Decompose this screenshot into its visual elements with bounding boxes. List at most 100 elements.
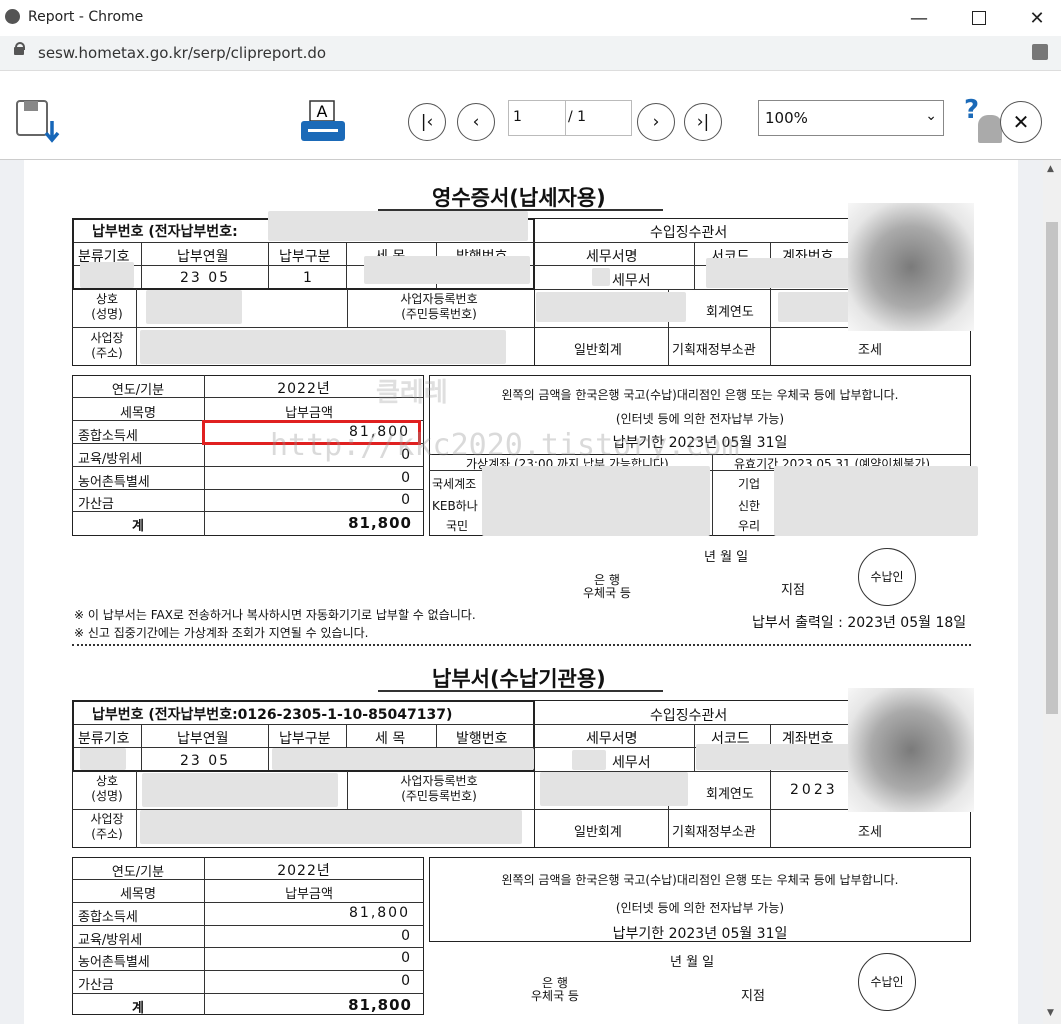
zoom-select[interactable]: 100% ⌄ <box>758 100 944 136</box>
row-amount-3: 0 <box>401 492 410 508</box>
next-page-button[interactable]: › <box>637 103 675 141</box>
redacted-office-code <box>706 258 856 288</box>
redacted-payslip-items <box>272 748 534 770</box>
payslip-date-label: 년 월 일 <box>670 955 715 970</box>
branch-label: 지점 <box>781 583 805 598</box>
close-window-button[interactable]: ✕ <box>1014 0 1060 36</box>
redacted-payslip-office <box>572 750 606 770</box>
payslip-title-underline <box>378 690 663 692</box>
payslip-address-label: 사업장 (주소) <box>90 812 124 841</box>
payslip-general-account: 일반회계 <box>574 825 622 840</box>
scroll-down-arrow[interactable]: ▼ <box>1047 1008 1054 1018</box>
bank-right-0: 기업 <box>738 477 761 491</box>
payslip-header-issue-no: 발행번호 <box>456 731 508 747</box>
payslip-row-amount-0: 81,800 <box>349 905 410 921</box>
watermark-text-1: 클레레 <box>376 378 448 408</box>
window-titlebar: Report - Chrome — ✕ <box>0 0 1061 36</box>
minimize-button[interactable]: — <box>896 0 942 36</box>
lock-shackle-icon <box>15 42 25 50</box>
period-value: 23 05 <box>180 270 231 286</box>
redacted-payment-number <box>268 211 528 241</box>
ministry-label: 기획재정부소관 <box>672 343 756 358</box>
payslip-year-label: 연도/기분 <box>111 865 165 880</box>
notice-line-1: 왼쪽의 금액을 한국은행 국고(수납)대리점인 은행 또는 우체국 등에 납부합… <box>501 388 899 402</box>
report-toolbar: A |‹ ‹ 1 / 1 › ›| 100% ⌄ ? ✕ <box>0 71 1061 160</box>
year-label: 연도/기분 <box>111 383 165 398</box>
save-icon[interactable] <box>16 99 60 143</box>
payslip-row-amount-1: 0 <box>401 928 410 944</box>
footnote-1: ※ 이 납부서는 FAX로 전송하거나 복사하시면 자동화기기로 납부할 수 없… <box>74 608 476 622</box>
translate-icon[interactable] <box>1032 44 1048 60</box>
redacted-payslip-qr <box>848 688 974 812</box>
payslip-notice-line-1: 왼쪽의 금액을 한국은행 국고(수납)대리점인 은행 또는 우체국 등에 납부합… <box>501 873 899 887</box>
redacted-name <box>146 290 242 324</box>
row-name-2: 농어촌특별세 <box>78 475 150 490</box>
bank-left-2: 국민 <box>446 519 469 533</box>
redacted-payslip-address <box>140 810 522 844</box>
redacted-qr <box>848 203 974 331</box>
payslip-branch-label: 지점 <box>741 989 765 1004</box>
redacted-address <box>140 330 506 364</box>
tax-label: 조세 <box>858 343 882 358</box>
redacted-class-code <box>80 262 134 288</box>
redacted-item-issue <box>364 256 530 284</box>
cut-line <box>72 644 971 646</box>
maximize-button[interactable] <box>956 0 1002 36</box>
payslip-year-value: 2022년 <box>277 863 331 879</box>
year-value: 2022년 <box>277 381 331 397</box>
help-icon[interactable]: ? <box>964 95 979 125</box>
scrollbar-thumb[interactable] <box>1046 222 1058 714</box>
payslip-due-date: 납부기한 2023년 05월 31일 <box>612 926 788 942</box>
scroll-up-arrow[interactable]: ▲ <box>1047 164 1054 174</box>
date-label: 년 월 일 <box>704 550 749 565</box>
payslip-tax-label: 조세 <box>858 825 882 840</box>
stamp-circle: 수납인 <box>858 548 916 606</box>
payslip-tax-office-value: 세무서 <box>612 755 651 771</box>
footnote-2: ※ 신고 집중기간에는 가상계좌 조회가 지연될 수 있습니다. <box>74 626 369 640</box>
payslip-notice-line-2: (인터넷 등에 의한 전자납부 가능) <box>615 901 785 915</box>
payslip-total-value: 81,800 <box>348 996 412 1014</box>
payslip-header-class-code: 분류기호 <box>78 731 130 747</box>
payslip-amount-label: 납부금액 <box>285 887 333 902</box>
payslip-payment-number: 납부번호 (전자납부번호:0126-2305-1-10-85047137) <box>92 707 453 723</box>
payslip-collector-label: 수입징수관서 <box>650 708 728 724</box>
name-label: 상호 (성명) <box>91 292 123 321</box>
tax-office-value: 세무서 <box>612 273 651 289</box>
zoom-value: 100% <box>765 109 808 127</box>
last-page-button[interactable]: ›| <box>684 103 722 141</box>
tax-office-name-label: 세무서명 <box>586 249 638 265</box>
header-period: 납부연월 <box>177 249 229 265</box>
collector-label: 수입징수관서 <box>650 225 728 241</box>
close-report-button[interactable]: ✕ <box>1000 101 1042 143</box>
window-title: Report - Chrome <box>28 9 144 25</box>
redacted-office <box>592 268 610 286</box>
print-icon[interactable]: A <box>300 99 346 145</box>
redacted-payslip-bizno <box>540 772 688 806</box>
prev-page-button[interactable]: ‹ <box>457 103 495 141</box>
item-label: 세목명 <box>120 406 156 421</box>
url-text[interactable]: sesw.hometax.go.kr/serp/clipreport.do <box>38 44 326 62</box>
redacted-bizno <box>536 292 686 322</box>
payslip-fiscal-year-value: 2023 <box>790 782 838 798</box>
payslip-fiscal-year-label: 회계연도 <box>706 787 754 802</box>
header-pay-type: 납부구분 <box>279 249 331 265</box>
payslip-row-amount-3: 0 <box>401 973 410 989</box>
page-number-input[interactable]: 1 <box>508 100 566 136</box>
redacted-payslip-name <box>142 773 338 807</box>
bank-label: 은 행 우체국 등 <box>583 573 631 600</box>
row-name-1: 교육/방위세 <box>78 452 143 467</box>
chevron-down-icon: ⌄ <box>925 108 937 124</box>
general-account: 일반회계 <box>574 343 622 358</box>
payslip-bank-label: 은 행 우체국 등 <box>531 976 579 1003</box>
first-page-button[interactable]: |‹ <box>408 103 446 141</box>
bank-right-1: 신한 <box>738 499 761 513</box>
payslip-period-value: 23 05 <box>180 753 231 769</box>
help-person-icon <box>978 115 1002 143</box>
payslip-row-name-3: 가산금 <box>78 978 114 993</box>
bank-left-1: KEB하나 <box>432 499 478 513</box>
payslip-item-label: 세목명 <box>120 887 156 902</box>
bank-left-0: 국세계조 <box>432 477 477 491</box>
redacted-fiscal-year <box>778 292 858 322</box>
address-bar: sesw.hometax.go.kr/serp/clipreport.do <box>0 36 1061 71</box>
payslip-tax-office-name-label: 세무서명 <box>586 731 638 747</box>
